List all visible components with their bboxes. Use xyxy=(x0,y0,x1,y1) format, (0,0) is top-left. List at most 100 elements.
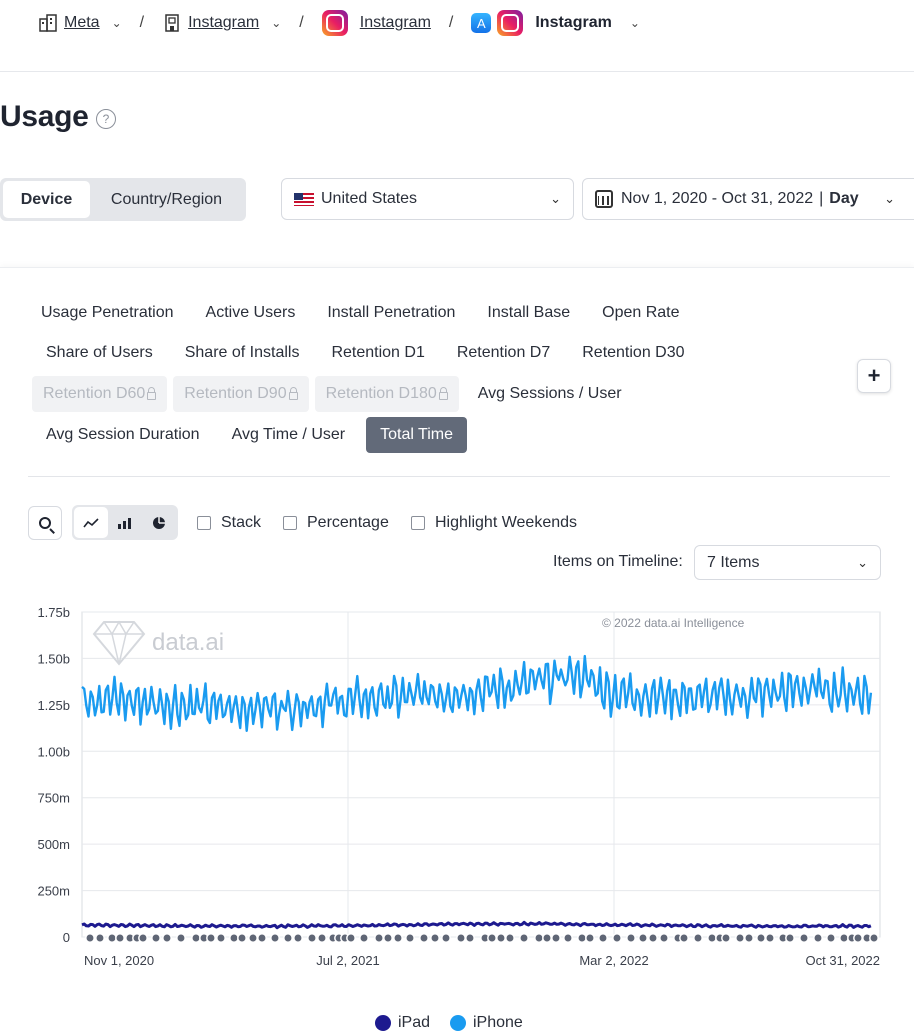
segment-country-region[interactable]: Country/Region xyxy=(90,181,243,218)
legend-swatch-ipad xyxy=(375,1015,391,1031)
chevron-down-icon[interactable]: ⌄ xyxy=(630,16,640,30)
breadcrumb-company-link[interactable]: Meta xyxy=(64,14,100,32)
metric-row-2: Share of Users Share of Installs Retenti… xyxy=(35,335,706,371)
tab-share-of-users[interactable]: Share of Users xyxy=(35,335,164,371)
event-marker xyxy=(383,933,393,943)
breadcrumb-unified-app-link[interactable]: Instagram xyxy=(188,14,259,32)
breadcrumb-platform-app[interactable]: A Instagram ⌄ xyxy=(471,10,640,36)
metric-row-1: Usage Penetration Active Users Install P… xyxy=(30,295,701,331)
segment-device[interactable]: Device xyxy=(3,181,90,218)
tab-retention-d30[interactable]: Retention D30 xyxy=(571,335,695,371)
event-marker xyxy=(679,933,689,943)
event-marker xyxy=(162,933,172,943)
event-marker xyxy=(505,933,515,943)
event-marker xyxy=(176,933,186,943)
event-marker xyxy=(598,933,608,943)
tab-retention-d90-label: Retention D90 xyxy=(184,385,287,402)
highlight-weekends-checkbox-box[interactable] xyxy=(411,516,425,530)
breadcrumb-app[interactable]: Instagram xyxy=(321,10,431,36)
pie-chart-icon xyxy=(153,516,165,529)
percentage-checkbox[interactable]: Percentage xyxy=(283,514,389,532)
breadcrumb-separator: / xyxy=(448,14,454,31)
items-on-timeline-select[interactable]: 7 Items ⌄ xyxy=(694,545,881,580)
header-divider xyxy=(0,71,914,72)
stack-checkbox-box[interactable] xyxy=(197,516,211,530)
event-marker xyxy=(551,933,561,943)
legend-item-ipad[interactable]: iPad xyxy=(375,1014,430,1032)
event-marker xyxy=(317,933,327,943)
pie-chart-button[interactable] xyxy=(142,507,176,538)
tab-avg-time-per-user[interactable]: Avg Time / User xyxy=(221,417,357,453)
tab-avg-session-duration[interactable]: Avg Session Duration xyxy=(35,417,211,453)
event-marker xyxy=(441,933,451,943)
line-chart-button[interactable] xyxy=(74,507,108,538)
event-marker xyxy=(237,933,247,943)
event-marker xyxy=(626,933,636,943)
event-marker xyxy=(585,933,595,943)
add-metric-button[interactable]: + xyxy=(857,359,891,393)
tab-open-rate[interactable]: Open Rate xyxy=(591,295,690,331)
event-marker xyxy=(534,933,544,943)
instagram-icon xyxy=(497,10,524,36)
bar-chart-button[interactable] xyxy=(108,507,142,538)
legend-swatch-iphone xyxy=(450,1015,466,1031)
zoom-button[interactable] xyxy=(28,506,62,540)
tab-avg-sessions-per-user[interactable]: Avg Sessions / User xyxy=(467,376,633,412)
tab-retention-d90[interactable]: Retention D90 xyxy=(173,376,309,412)
help-icon[interactable]: ? xyxy=(96,109,116,129)
chevron-down-icon[interactable]: ⌄ xyxy=(271,16,281,30)
legend-label-ipad: iPad xyxy=(398,1014,431,1031)
event-marker xyxy=(229,933,239,943)
chevron-down-icon[interactable]: ⌄ xyxy=(112,16,122,30)
event-marker xyxy=(638,933,648,943)
breadcrumb-company[interactable]: Meta ⌄ xyxy=(38,13,122,33)
chevron-down-icon: ⌄ xyxy=(550,191,561,206)
tab-share-of-installs[interactable]: Share of Installs xyxy=(174,335,311,371)
event-marker xyxy=(85,933,95,943)
breadcrumb-app-link[interactable]: Instagram xyxy=(360,14,431,32)
tab-retention-d180[interactable]: Retention D180 xyxy=(314,376,459,412)
event-marker xyxy=(419,933,429,943)
chevron-down-icon: ⌄ xyxy=(884,191,895,206)
event-marker xyxy=(826,933,836,943)
country-select[interactable]: United States ⌄ xyxy=(281,178,574,220)
event-marker xyxy=(216,933,226,943)
chart-series xyxy=(81,654,873,930)
plot-frame xyxy=(81,611,881,938)
metric-row-4: Avg Session Duration Avg Time / User Tot… xyxy=(35,417,477,453)
event-marker xyxy=(785,933,795,943)
event-marker xyxy=(519,933,529,943)
tab-total-time[interactable]: Total Time xyxy=(366,417,468,453)
tab-retention-d1[interactable]: Retention D1 xyxy=(320,335,435,371)
line-chart-icon xyxy=(83,517,99,527)
tab-retention-d7[interactable]: Retention D7 xyxy=(446,335,561,371)
event-marker xyxy=(839,933,849,943)
zoom-icon xyxy=(39,517,51,529)
tab-install-base[interactable]: Install Base xyxy=(476,295,581,331)
percentage-checkbox-box[interactable] xyxy=(283,516,297,530)
event-marker xyxy=(359,933,369,943)
y-tick-label: 1.25b xyxy=(37,698,70,713)
stack-checkbox[interactable]: Stack xyxy=(197,514,261,532)
highlight-weekends-checkbox[interactable]: Highlight Weekends xyxy=(411,514,577,532)
date-separator: | xyxy=(819,190,824,207)
event-marker xyxy=(693,933,703,943)
event-marker xyxy=(405,933,415,943)
lock-icon xyxy=(438,387,448,400)
date-range-select[interactable]: Nov 1, 2020 - Oct 31, 2022 | Day ⌄ xyxy=(582,178,914,220)
tab-retention-d60[interactable]: Retention D60 xyxy=(32,376,168,412)
x-tick-label: Oct 31, 2022 xyxy=(806,953,880,968)
legend-item-iphone[interactable]: iPhone xyxy=(450,1014,523,1032)
x-axis-ticks: Nov 1, 2020 Jul 2, 2021 Mar 2, 2022 Oct 31,… xyxy=(84,953,880,968)
tab-install-penetration[interactable]: Install Penetration xyxy=(316,295,466,331)
breadcrumb-unified-app[interactable]: Instagram ⌄ xyxy=(162,13,281,33)
date-granularity: Day xyxy=(829,190,859,207)
event-marker xyxy=(707,933,717,943)
event-marker xyxy=(430,933,440,943)
event-marker xyxy=(799,933,809,943)
items-on-timeline-value: 7 Items xyxy=(707,553,760,571)
tab-active-users[interactable]: Active Users xyxy=(195,295,307,331)
event-marker xyxy=(138,933,148,943)
y-tick-label: 750m xyxy=(37,791,70,806)
tab-usage-penetration[interactable]: Usage Penetration xyxy=(30,295,185,331)
